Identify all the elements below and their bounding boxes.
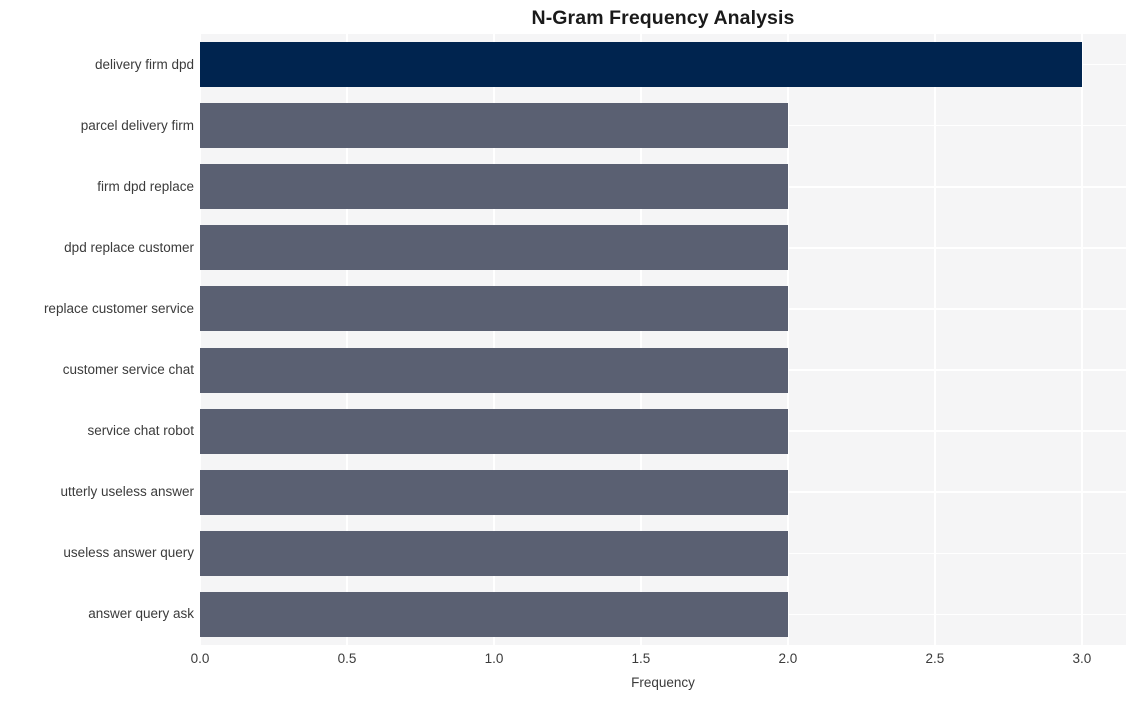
bar[interactable] [200,591,788,637]
y-axis-tick-label: parcel delivery firm [80,117,194,133]
bar[interactable] [200,408,788,454]
y-axis-tick-labels: delivery firm dpd parcel delivery firm fir… [0,34,194,645]
x-axis-tick-labels: 0.0 0.5 1.0 1.5 2.0 2.5 3.0 [0,650,1139,672]
x-axis-tick-label: 2.5 [925,651,945,666]
bar[interactable] [200,42,1082,88]
y-axis-tick-label: utterly useless answer [60,484,194,500]
y-axis-tick-label: delivery firm dpd [94,56,194,72]
y-axis-tick-label: service chat robot [87,423,194,439]
x-axis-label: Frequency [631,675,695,690]
x-axis-tick-label: 1.5 [631,651,651,666]
bar[interactable] [200,103,788,149]
x-axis-tick-label: 0.0 [190,651,210,666]
y-axis-tick-label: firm dpd replace [97,178,194,194]
y-axis-tick-label: replace customer service [43,300,194,316]
chart-title: N-Gram Frequency Analysis [531,7,795,29]
bar[interactable] [200,347,788,393]
bar[interactable] [200,164,788,210]
bar[interactable] [200,530,788,576]
x-axis-tick-label: 1.0 [484,651,504,666]
bar[interactable] [200,225,788,271]
y-axis-tick-label: customer service chat [62,362,194,378]
bar[interactable] [200,469,788,515]
y-axis-tick-label: answer query ask [88,606,194,622]
x-axis-tick-label: 2.0 [778,651,798,666]
bar[interactable] [200,286,788,332]
plot-area [199,34,1126,645]
chart-figure: N-Gram Frequency Analysis delivery firm … [0,0,1139,701]
x-axis-tick-label: 3.0 [1072,651,1092,666]
x-axis-tick-label: 0.5 [337,651,357,666]
y-axis-tick-label: useless answer query [63,545,194,561]
y-axis-tick-label: dpd replace customer [64,239,194,255]
